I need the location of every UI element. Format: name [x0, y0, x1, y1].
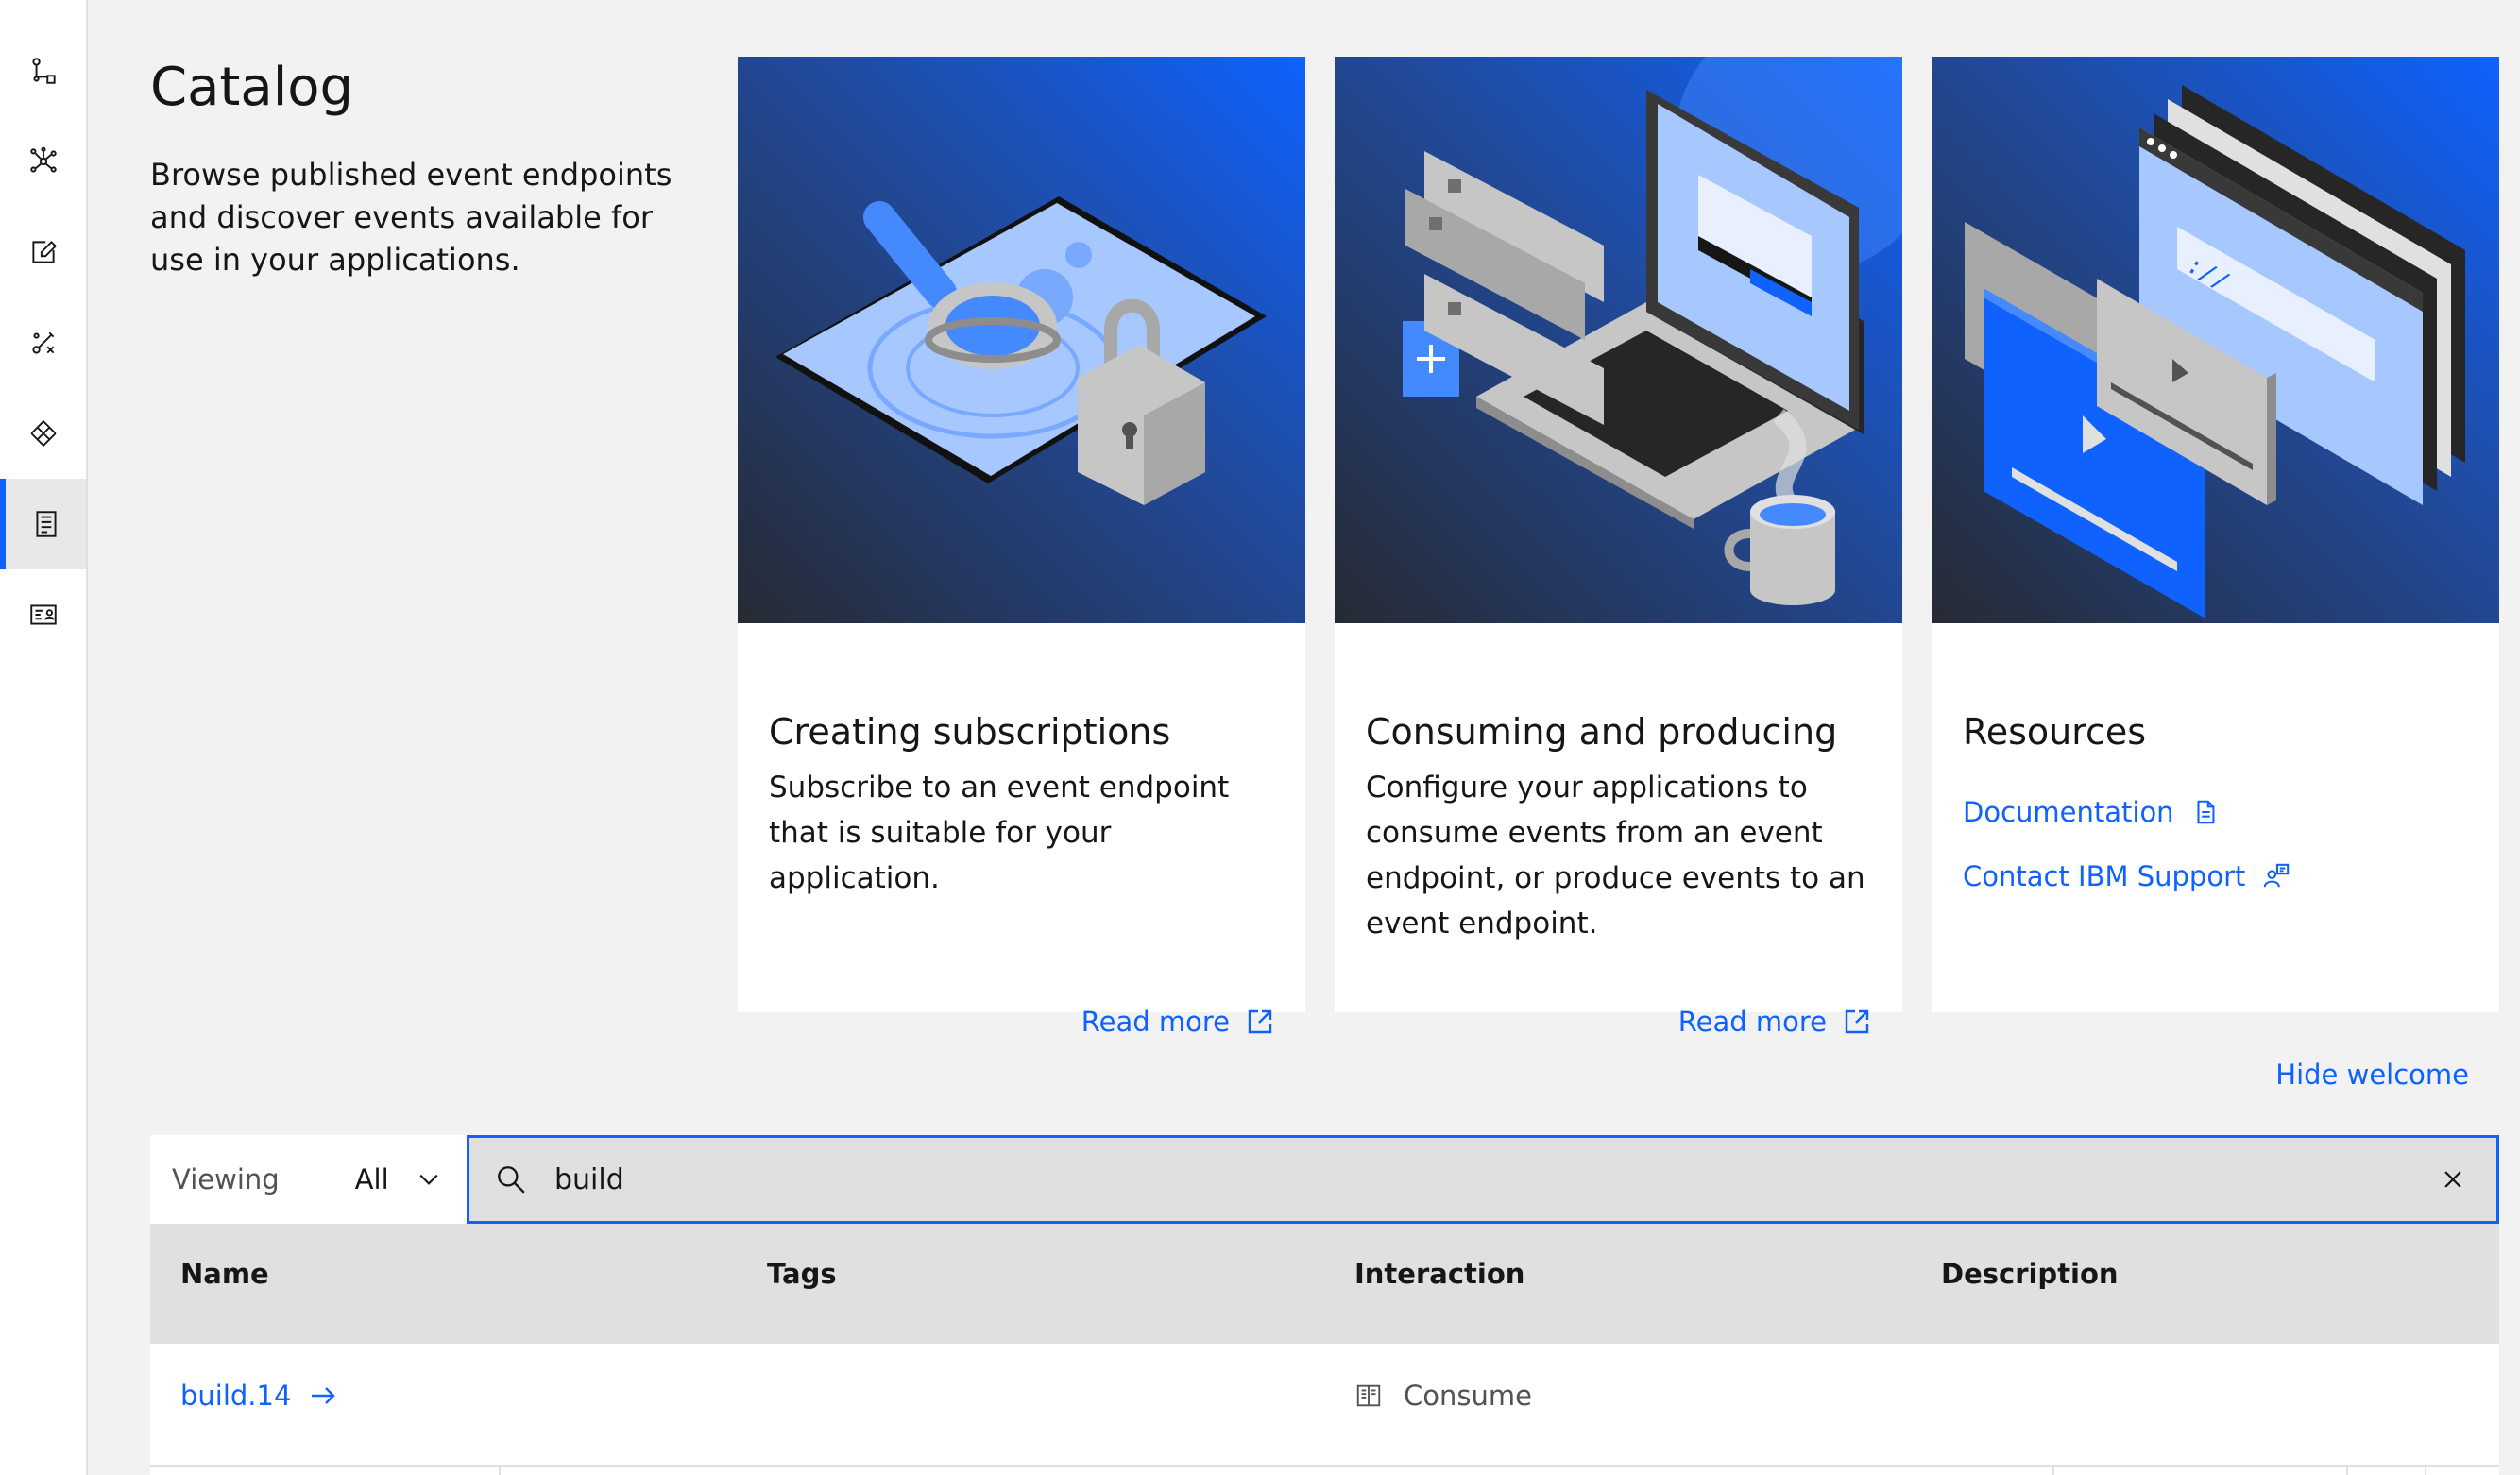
column-divider — [499, 1467, 501, 1475]
column-header-tags[interactable]: Tags — [767, 1258, 837, 1290]
read-more-link[interactable]: Read more — [1081, 1006, 1275, 1038]
launch-icon — [1845, 1009, 1869, 1034]
welcome-card-consuming: Consuming and producing Configure your a… — [1335, 57, 1902, 1038]
search-icon — [498, 1166, 525, 1194]
browser-windows-illustration: :// — [1932, 57, 2499, 623]
read-more-label: Read more — [1081, 1006, 1230, 1038]
documentation-label: Documentation — [1963, 796, 2174, 828]
laptop-coffee-illustration — [1335, 57, 1902, 623]
column-header-name[interactable]: Name — [180, 1258, 269, 1290]
network-topology-icon — [29, 146, 57, 173]
viewing-value: All — [354, 1163, 389, 1195]
tools-icon — [31, 331, 54, 354]
side-nav-rail — [0, 0, 88, 1475]
edit-icon — [31, 241, 57, 263]
nav-subscriptions[interactable] — [0, 569, 86, 660]
interaction-cell: Consume — [1354, 1380, 1532, 1412]
page-title: Catalog — [150, 57, 354, 118]
magnifier-lock-illustration — [738, 57, 1305, 623]
endpoint-name: build.14 — [180, 1380, 292, 1412]
hide-welcome-link[interactable]: Hide welcome — [2275, 1059, 2469, 1091]
card-title: Resources — [1963, 711, 2147, 753]
launch-icon — [1248, 1009, 1272, 1034]
support-icon — [2264, 863, 2290, 888]
column-divider — [2052, 1467, 2054, 1475]
catalog-icon — [35, 511, 57, 537]
contact-support-label: Contact IBM Support — [1963, 860, 2246, 892]
card-title: Creating subscriptions — [769, 711, 1171, 753]
nav-edit[interactable] — [0, 207, 86, 297]
card-title: Consuming and producing — [1366, 711, 1838, 753]
search-bar — [467, 1135, 2499, 1224]
contact-support-link[interactable]: Contact IBM Support — [1963, 860, 2290, 892]
subscriptions-id-card-icon — [29, 604, 57, 625]
consume-book-icon — [1356, 1384, 1381, 1407]
card-body: Configure your applications to consume e… — [1366, 771, 1865, 941]
interaction-label: Consume — [1404, 1380, 1532, 1412]
read-more-link[interactable]: Read more — [1678, 1006, 1872, 1038]
search-input[interactable] — [554, 1151, 2440, 1208]
close-icon[interactable] — [2440, 1166, 2466, 1193]
viewing-filter-dropdown[interactable]: Viewing All — [150, 1135, 467, 1224]
column-divider — [2425, 1467, 2426, 1475]
nav-catalog[interactable] — [0, 479, 86, 569]
arrow-right-icon — [312, 1387, 336, 1404]
table-row: build.14 Consume — [150, 1344, 2499, 1467]
nav-topology[interactable] — [0, 116, 86, 207]
welcome-card-subscriptions: Creating subscriptions Subscribe to an e… — [738, 57, 1305, 1038]
card-body: Subscribe to an event endpoint that is s… — [769, 771, 1230, 895]
document-icon — [2197, 800, 2215, 824]
read-more-label: Read more — [1677, 1006, 1827, 1038]
column-header-interaction[interactable]: Interaction — [1354, 1258, 1524, 1290]
column-divider — [2346, 1467, 2348, 1475]
table-row-partial — [150, 1467, 2499, 1475]
welcome-card-resources: :// Resources Documentation Contact IBM … — [1932, 57, 2499, 1012]
flow-connection-icon — [31, 58, 56, 84]
nav-integration[interactable] — [0, 388, 86, 479]
nav-flow-connection[interactable] — [0, 25, 86, 116]
chevron-down-icon — [419, 1174, 438, 1185]
integration-icon — [30, 419, 56, 448]
column-header-description[interactable]: Description — [1941, 1258, 2119, 1290]
viewing-label: Viewing — [172, 1163, 280, 1195]
documentation-link[interactable]: Documentation — [1963, 796, 2220, 828]
table-header: Name Tags Interaction Description — [150, 1224, 2499, 1344]
page-intro: Browse published event endpoints and dis… — [150, 157, 673, 278]
endpoint-link[interactable]: build.14 — [180, 1380, 338, 1412]
nav-tools[interactable] — [0, 297, 86, 388]
